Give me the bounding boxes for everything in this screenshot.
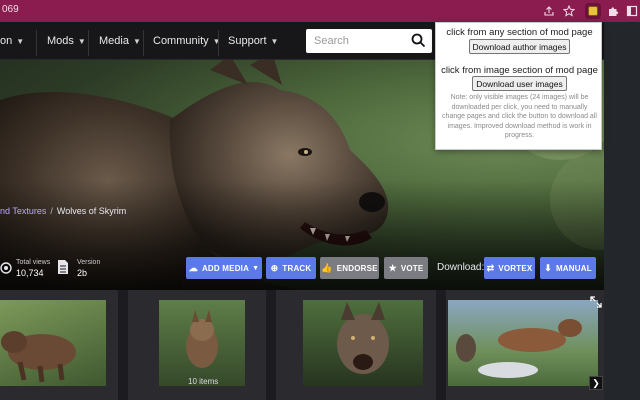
- nav-item-label: Support: [228, 35, 267, 47]
- popup-author-instruction: click from any section of mod page: [446, 27, 593, 38]
- popup-user-instruction: click from image section of mod page: [441, 65, 598, 76]
- vote-label: VOTE: [400, 263, 424, 273]
- popup-note: Note: only visible images (24 images) wi…: [442, 94, 597, 139]
- chevron-down-icon: ▼: [16, 37, 25, 46]
- nav-divider: [218, 30, 219, 56]
- total-views-label: Total views: [16, 259, 51, 266]
- endorse-button[interactable]: 👍 ENDORSE: [320, 257, 379, 279]
- gallery-item-count: 10 items: [188, 377, 219, 386]
- version-document-icon: [58, 260, 68, 274]
- nav-item-label: Community: [153, 35, 209, 47]
- nav-item-label: Media: [99, 35, 129, 47]
- gallery-thumbnail[interactable]: [303, 300, 423, 386]
- upload-cloud-icon: ☁: [188, 262, 198, 273]
- nav-divider: [143, 30, 144, 56]
- page-right-edge: [604, 22, 640, 400]
- download-author-images-button[interactable]: Download author images: [469, 39, 570, 54]
- add-media-label: ADD MEDIA: [201, 263, 250, 273]
- vortex-label: VORTEX: [498, 263, 533, 273]
- vortex-icon: ⇄: [486, 262, 495, 273]
- browser-window: 069 on ▼ Mods ▼ Media ▼ Community ▼ Support ▼: [0, 0, 640, 400]
- search-box: [306, 29, 432, 53]
- nav-divider: [36, 30, 37, 56]
- track-label: TRACK: [282, 263, 312, 273]
- share-icon[interactable]: [541, 3, 557, 19]
- extension-image-icon: [588, 6, 598, 16]
- nav-item-collections[interactable]: on ▼: [0, 35, 24, 47]
- gallery-next-button[interactable]: ❯: [589, 376, 603, 390]
- thumbs-up-icon: 👍: [321, 262, 333, 273]
- chevron-right-icon: ❯: [592, 377, 600, 388]
- track-button[interactable]: ⊕ TRACK: [266, 257, 316, 279]
- image-downloader-extension-icon[interactable]: [585, 3, 601, 19]
- manual-label: MANUAL: [555, 263, 592, 273]
- chevron-down-icon: ▼: [132, 37, 141, 46]
- breadcrumb-separator: /: [50, 206, 53, 216]
- star-icon[interactable]: [561, 3, 577, 19]
- total-views-value: 10,734: [16, 268, 44, 278]
- vortex-download-button[interactable]: ⇄ VORTEX: [484, 257, 535, 279]
- endorse-label: ENDORSE: [336, 263, 378, 273]
- download-label: Download:: [437, 262, 485, 273]
- add-media-button[interactable]: ☁ ADD MEDIA ▼: [186, 257, 262, 279]
- nav-item-media[interactable]: Media ▼: [99, 35, 141, 47]
- nav-item-support[interactable]: Support ▼: [228, 35, 278, 47]
- nav-item-mods[interactable]: Mods ▼: [47, 35, 86, 47]
- vote-button[interactable]: ★ VOTE: [384, 257, 428, 279]
- star-icon: ★: [388, 262, 397, 273]
- search-input[interactable]: [314, 33, 404, 49]
- gallery-thumbnail[interactable]: [159, 300, 245, 386]
- image-gallery: [0, 290, 640, 400]
- chevron-down-icon: ▼: [212, 37, 221, 46]
- download-user-images-button[interactable]: Download user images: [472, 76, 567, 91]
- breadcrumb: nd Textures / Wolves of Skyrim: [0, 206, 126, 216]
- version-label: Version: [77, 259, 101, 266]
- nav-divider: [88, 30, 89, 56]
- breadcrumb-current: Wolves of Skyrim: [56, 206, 127, 216]
- version-value: 2b: [77, 268, 88, 278]
- chevron-down-icon: ▼: [252, 264, 260, 272]
- gallery-thumbnail[interactable]: [448, 300, 598, 386]
- puzzle-icon[interactable]: [605, 3, 621, 19]
- expand-gallery-icon[interactable]: [590, 296, 602, 308]
- gallery-thumbnail[interactable]: [0, 300, 106, 386]
- extension-popup: click from any section of mod page Downl…: [435, 22, 602, 150]
- nav-item-label: on: [0, 35, 13, 47]
- nav-item-label: Mods: [47, 35, 74, 47]
- search-icon[interactable]: [411, 33, 426, 48]
- views-eye-icon: [0, 262, 12, 274]
- chevron-down-icon: ▼: [270, 37, 279, 46]
- address-bar[interactable]: 069: [2, 4, 19, 15]
- chevron-down-icon: ▼: [77, 37, 86, 46]
- download-icon: ⬇: [544, 262, 552, 273]
- manual-download-button[interactable]: ⬇ MANUAL: [540, 257, 596, 279]
- breadcrumb-category-link[interactable]: nd Textures: [0, 206, 46, 216]
- browser-toolbar: 069: [0, 0, 640, 22]
- track-icon: ⊕: [270, 262, 279, 273]
- nav-item-community[interactable]: Community ▼: [153, 35, 221, 47]
- window-icon[interactable]: [624, 3, 640, 19]
